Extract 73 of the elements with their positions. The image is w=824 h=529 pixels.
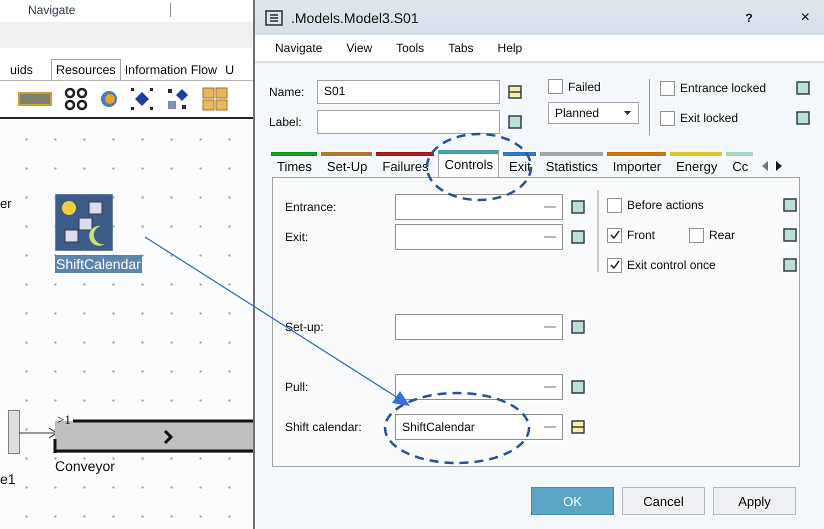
option-checkbox[interactable]: Exit control once	[607, 258, 716, 272]
option-checkbox[interactable]: Rear	[689, 228, 736, 242]
inherit-indicator-icon[interactable]	[783, 198, 797, 212]
source-block[interactable]	[8, 410, 20, 454]
local-indicator-icon[interactable]	[571, 420, 585, 434]
library-tab[interactable]: Resources	[50, 59, 121, 80]
inherit-indicator-icon[interactable]	[783, 258, 797, 272]
inherit-indicator-icon[interactable]	[571, 230, 585, 244]
inherit-indicator-icon[interactable]	[571, 320, 585, 334]
method-field[interactable]	[395, 374, 563, 400]
library-tab[interactable]: uids	[6, 60, 37, 80]
menu-item[interactable]: View	[346, 41, 372, 55]
shield-icon[interactable]	[100, 90, 118, 108]
dialog-button[interactable]: Apply	[713, 487, 796, 515]
inherit-indicator-icon[interactable]	[571, 380, 585, 394]
browse-icon[interactable]	[544, 235, 556, 239]
object-label: e1	[0, 471, 16, 487]
library-tab[interactable]: Information Flow	[120, 60, 222, 80]
object-label: Conveyor	[55, 458, 115, 474]
close-button[interactable]: ×	[800, 8, 810, 26]
method-field[interactable]	[395, 224, 563, 250]
inherit-indicator-icon[interactable]	[796, 111, 810, 125]
inherit-indicator-icon[interactable]	[571, 200, 585, 214]
help-button[interactable]: ?	[745, 10, 753, 24]
tab[interactable]: Controls	[438, 150, 500, 178]
browse-icon[interactable]	[544, 425, 556, 429]
field-label: Set-up:	[285, 320, 325, 334]
field-label: Shift calendar:	[285, 420, 363, 434]
inherit-indicator-icon[interactable]	[508, 115, 522, 129]
scroll-left-icon[interactable]	[761, 161, 770, 171]
check-icon	[608, 229, 620, 241]
field-label: Entrance:	[285, 200, 338, 214]
menu-item[interactable]: Navigate	[28, 3, 76, 17]
browse-icon[interactable]	[544, 325, 556, 329]
browse-icon[interactable]	[544, 385, 556, 389]
field-label: Pull:	[285, 380, 310, 394]
window-title: .Models.Model3.S01	[291, 10, 420, 26]
diamond-icon[interactable]	[166, 87, 190, 111]
caret-icon	[624, 110, 632, 116]
option-checkbox[interactable]: Front	[607, 228, 656, 242]
menu-item[interactable]: Tools	[396, 41, 424, 55]
rings-icon[interactable]	[64, 87, 88, 111]
inherit-indicator-icon[interactable]	[796, 81, 810, 95]
local-indicator-icon[interactable]	[508, 85, 522, 99]
library-tab[interactable]: U	[221, 60, 238, 80]
method-field[interactable]	[395, 314, 563, 340]
dialog-button[interactable]: Cancel	[622, 487, 705, 515]
object-label: er	[0, 196, 12, 211]
field-label: Label:	[269, 115, 303, 129]
object-label: ShiftCalendar	[55, 255, 142, 273]
diamond-icon[interactable]	[130, 87, 154, 111]
label-field[interactable]	[317, 110, 500, 134]
option-checkbox[interactable]: Before actions	[607, 198, 704, 212]
lock-checkbox[interactable]: Entrance locked	[660, 80, 766, 96]
name-field[interactable]: S01	[317, 80, 500, 104]
menu-item[interactable]: Tabs	[448, 41, 474, 55]
scroll-right-icon[interactable]	[775, 161, 784, 171]
inherit-indicator-icon[interactable]	[783, 228, 797, 242]
field-label: Name:	[269, 85, 306, 99]
check-icon	[608, 259, 620, 271]
browse-icon[interactable]	[544, 205, 556, 209]
menu-item[interactable]: Help	[498, 41, 522, 55]
menu-item[interactable]: Navigate	[275, 41, 322, 55]
shift-calendar-icon[interactable]	[55, 194, 113, 251]
window-icon	[265, 10, 283, 26]
field-label: Exit:	[285, 230, 310, 244]
grid-icon[interactable]	[202, 87, 228, 111]
lock-checkbox[interactable]: Exit locked	[660, 110, 738, 126]
entrance-mark: >1	[57, 412, 71, 428]
method-field[interactable]	[395, 194, 563, 220]
mode-dropdown[interactable]: Planned	[548, 102, 640, 124]
failed-checkbox[interactable]: Failed	[548, 79, 640, 94]
method-field[interactable]: ShiftCalendar	[395, 414, 563, 440]
